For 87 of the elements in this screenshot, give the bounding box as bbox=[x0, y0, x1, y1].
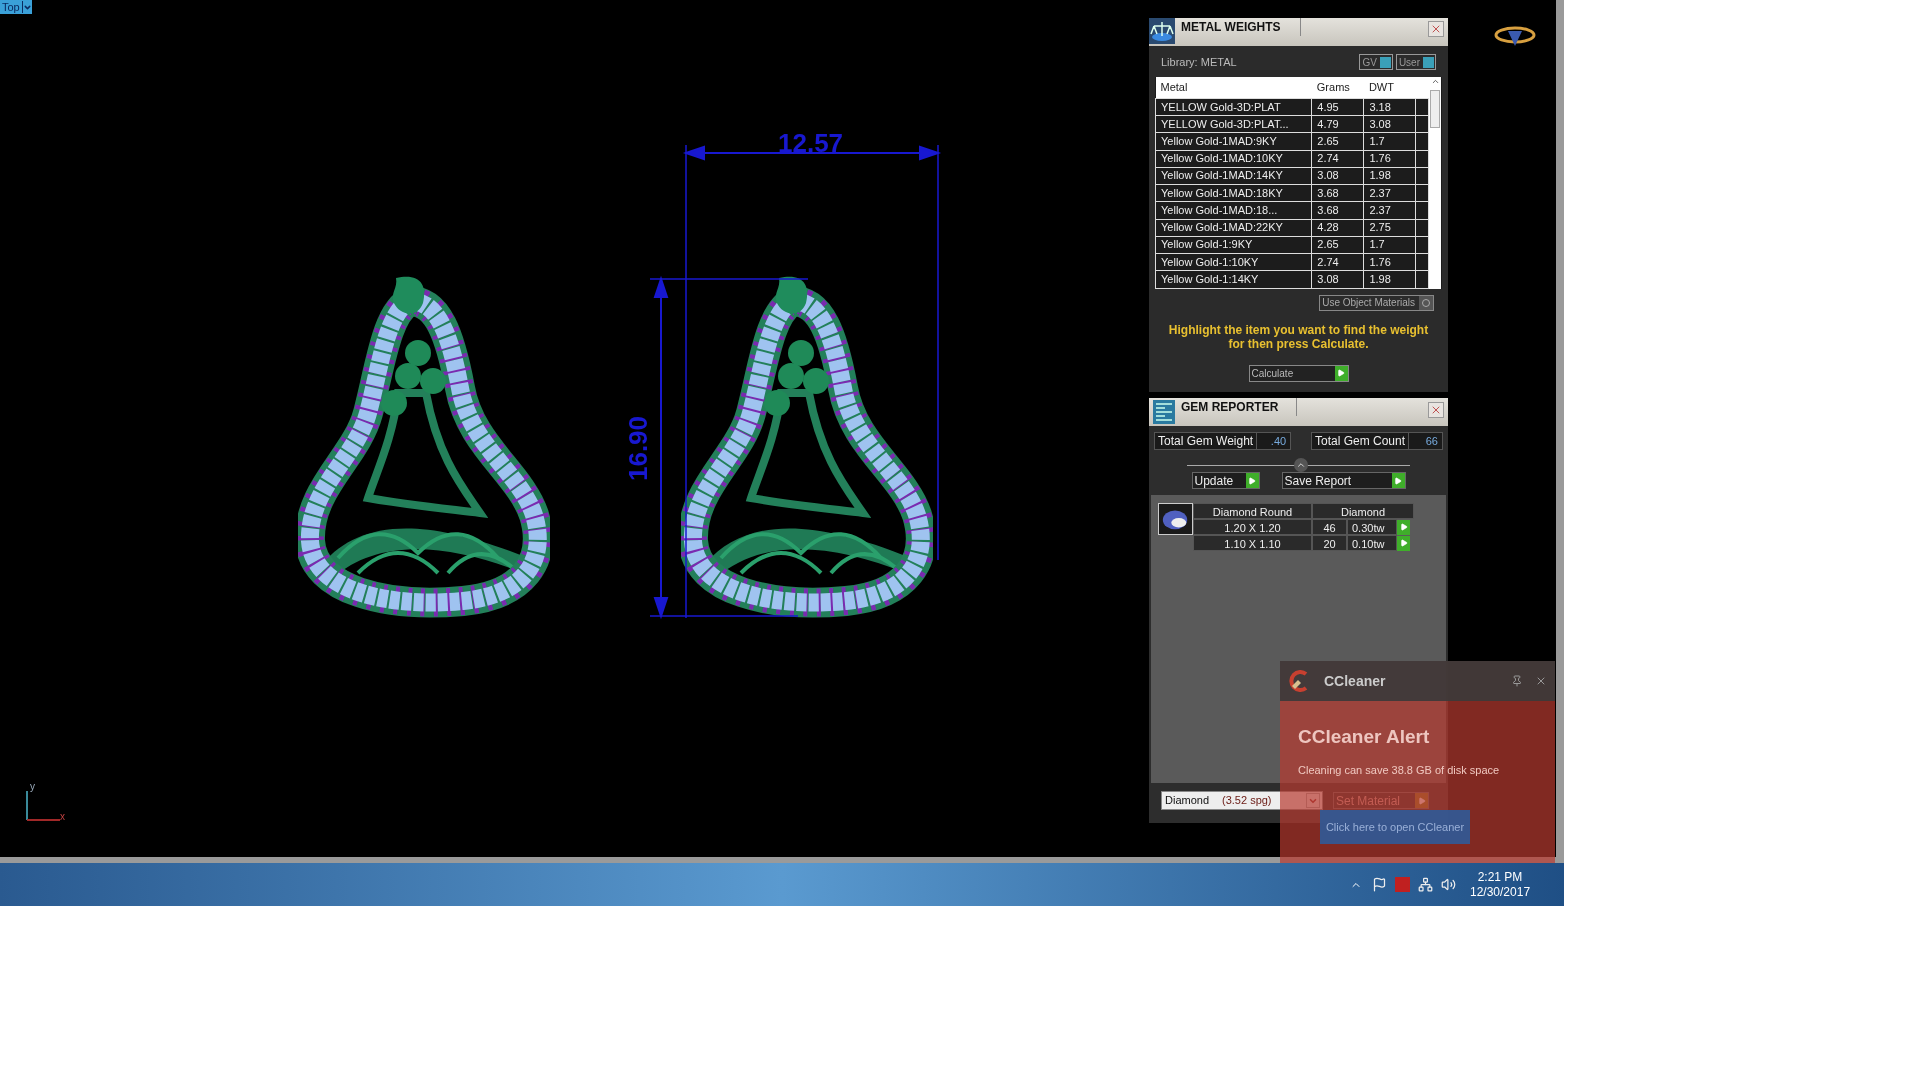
table-cell: 2.37 bbox=[1363, 201, 1416, 220]
table-cell: Yellow Gold-1MAD:18... bbox=[1155, 201, 1312, 220]
report-icon bbox=[1153, 400, 1175, 424]
panel-button[interactable]: Save Report bbox=[1281, 472, 1406, 489]
close-icon[interactable] bbox=[1428, 21, 1444, 37]
stat-value: .40 bbox=[1256, 433, 1291, 449]
table-cell: 1.7 bbox=[1363, 132, 1416, 151]
table-cell: 46 bbox=[1312, 519, 1347, 535]
table-cell: Yellow Gold-1MAD:9KY bbox=[1155, 132, 1312, 151]
column-header[interactable]: Metal bbox=[1155, 76, 1312, 99]
play-icon bbox=[1245, 473, 1259, 488]
table-cell: Yellow Gold-1MAD:10KY bbox=[1155, 150, 1312, 168]
table-cell: 2.75 bbox=[1363, 219, 1416, 237]
table-cell: Yellow Gold-1:9KY bbox=[1155, 236, 1312, 254]
play-icon bbox=[1397, 519, 1410, 535]
table-cell: Yellow Gold-1:10KY bbox=[1155, 253, 1312, 271]
table-cell: 2.65 bbox=[1311, 132, 1364, 151]
table-cell: 1.76 bbox=[1363, 150, 1416, 168]
close-icon[interactable] bbox=[1428, 402, 1444, 418]
column-header[interactable]: Grams bbox=[1311, 76, 1364, 99]
table-cell: 1.7 bbox=[1363, 236, 1416, 254]
alert-title: CCleaner Alert bbox=[1298, 725, 1431, 749]
column-header[interactable]: DWT bbox=[1363, 76, 1416, 99]
table-cell: YELLOW Gold-3D:PLAT bbox=[1155, 98, 1312, 116]
table-cell: 4.95 bbox=[1311, 98, 1364, 116]
table-cell: 0.10tw bbox=[1347, 535, 1397, 551]
panel-title: GEM REPORTER bbox=[1181, 398, 1297, 416]
table-cell: 3.68 bbox=[1311, 201, 1364, 220]
dimension-value: 12.57 bbox=[778, 127, 844, 160]
app-name: CCleaner bbox=[1324, 671, 1386, 691]
table-cell: 3.08 bbox=[1311, 167, 1364, 185]
toggle-button[interactable]: GV bbox=[1359, 54, 1393, 71]
broom-icon bbox=[1288, 670, 1310, 692]
gem-icon bbox=[1158, 503, 1193, 535]
stat-value: 66 bbox=[1408, 433, 1442, 449]
table-cell: Yellow Gold-1MAD:22KY bbox=[1155, 219, 1312, 237]
scrollbar-thumb[interactable] bbox=[1430, 89, 1440, 128]
caret-icon[interactable] bbox=[21, 1, 32, 13]
table-cell: 1.20 X 1.20 bbox=[1193, 519, 1312, 535]
table-cell: Yellow Gold-1:14KY bbox=[1155, 270, 1312, 288]
dimension-value: 16.90 bbox=[622, 415, 655, 482]
column-header: Diamond Round bbox=[1193, 503, 1312, 519]
table-cell: 0.30tw bbox=[1347, 519, 1397, 535]
flag-icon[interactable] bbox=[1372, 877, 1387, 892]
panel-button[interactable]: Update bbox=[1191, 472, 1260, 489]
checkbox[interactable]: Use Object Materials bbox=[1319, 294, 1434, 311]
table-cell: 2.37 bbox=[1363, 184, 1416, 202]
logo-icon bbox=[1494, 26, 1536, 48]
axis-label: x bbox=[60, 812, 65, 822]
axis-label: y bbox=[30, 782, 35, 792]
table-cell: 1.10 X 1.10 bbox=[1193, 535, 1312, 551]
scale-icon bbox=[1149, 18, 1175, 44]
table-cell: Yellow Gold-1MAD:18KY bbox=[1155, 184, 1312, 202]
play-icon bbox=[1391, 473, 1405, 488]
library-label: Library: METAL bbox=[1161, 55, 1237, 70]
table-cell: 1.98 bbox=[1363, 167, 1416, 185]
close-icon[interactable] bbox=[1535, 675, 1547, 687]
table-cell: 2.74 bbox=[1311, 150, 1364, 168]
table-cell: 4.28 bbox=[1311, 219, 1364, 237]
clock[interactable]: 2:21 PM 12/30/2017 bbox=[1470, 869, 1531, 900]
panel-title: METAL WEIGHTS bbox=[1181, 18, 1301, 36]
table-cell: 1.76 bbox=[1363, 253, 1416, 271]
table-cell: 3.68 bbox=[1311, 184, 1364, 202]
toggle-button[interactable]: User bbox=[1395, 54, 1436, 71]
table-cell: 4.79 bbox=[1311, 115, 1364, 133]
table-cell: YELLOW Gold-3D:PLAT... bbox=[1155, 115, 1312, 133]
table-cell: 1.98 bbox=[1363, 270, 1416, 288]
table-cell: 20 bbox=[1312, 535, 1347, 551]
speaker-icon[interactable] bbox=[1441, 877, 1456, 892]
table-cell: Yellow Gold-1MAD:14KY bbox=[1155, 167, 1312, 185]
table-cell: 2.74 bbox=[1311, 253, 1364, 271]
table-cell: 3.08 bbox=[1363, 115, 1416, 133]
network-icon[interactable] bbox=[1418, 877, 1433, 892]
table-cell: 3.18 bbox=[1363, 98, 1416, 116]
column-header: Diamond bbox=[1312, 503, 1414, 519]
play-icon bbox=[1397, 535, 1410, 551]
alert-message: Cleaning can save 38.8 GB of disk space bbox=[1298, 762, 1501, 778]
table-cell: 3.08 bbox=[1311, 270, 1364, 288]
hint-text: Highlight the item you want to find the weight for then press Calculate. bbox=[1167, 322, 1430, 351]
scrollbar[interactable] bbox=[1429, 76, 1441, 289]
calculate-button[interactable]: Calculate bbox=[1248, 364, 1349, 382]
table-cell: 2.65 bbox=[1311, 236, 1364, 254]
stat-label: Total Gem Weight bbox=[1157, 433, 1255, 449]
collapse-icon[interactable] bbox=[1294, 458, 1308, 472]
stat-label: Total Gem Count bbox=[1313, 433, 1406, 449]
pin-icon[interactable] bbox=[1511, 675, 1523, 687]
play-icon bbox=[1334, 365, 1348, 381]
